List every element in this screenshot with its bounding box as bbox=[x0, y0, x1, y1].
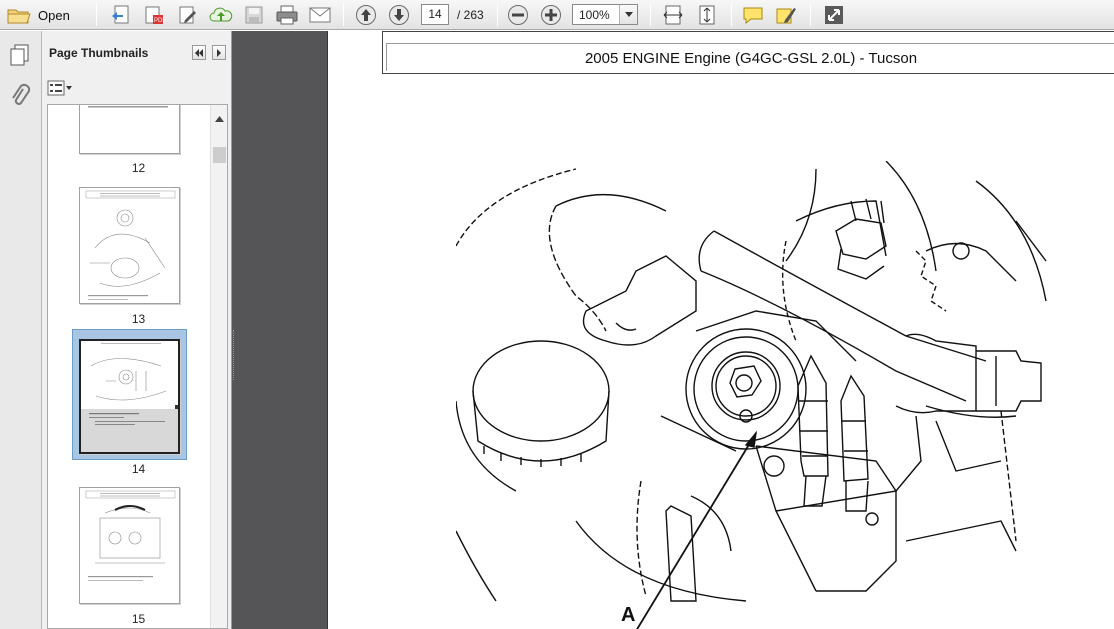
thumbnail-options-button[interactable] bbox=[47, 80, 75, 98]
fit-page-icon bbox=[696, 4, 718, 26]
envelope-icon bbox=[308, 5, 332, 25]
print-button[interactable] bbox=[273, 3, 301, 27]
thumbnail-label: 13 bbox=[131, 312, 146, 326]
thumbnail-page-14[interactable] bbox=[79, 339, 180, 454]
upload-button[interactable] bbox=[207, 3, 235, 27]
double-chevron-left-icon bbox=[194, 46, 204, 60]
fit-width-button[interactable] bbox=[660, 3, 686, 27]
folder-icon bbox=[6, 5, 32, 25]
chevron-down-icon[interactable] bbox=[619, 5, 637, 24]
engine-diagram: A bbox=[456, 161, 1047, 629]
arrow-down-circle-icon bbox=[388, 4, 410, 26]
open-label: Open bbox=[38, 7, 70, 23]
document-page: 2005 ENGINE Engine (G4GC-GSL 2.0L) - Tuc… bbox=[327, 31, 1114, 629]
toolbar-separator bbox=[650, 4, 651, 26]
document-header-box: 2005 ENGINE Engine (G4GC-GSL 2.0L) - Tuc… bbox=[382, 31, 1114, 74]
toolbar-separator bbox=[810, 4, 811, 26]
thumbnails-panel: Page Thumbnails 12 13 14 15 bbox=[42, 31, 232, 629]
options-list-icon bbox=[47, 80, 73, 99]
pane-splitter[interactable] bbox=[233, 330, 236, 380]
printer-icon bbox=[275, 4, 299, 26]
toolbar-separator bbox=[731, 4, 732, 26]
collapse-panel-button[interactable] bbox=[192, 45, 206, 60]
save-icon bbox=[244, 5, 264, 25]
zoom-in-button[interactable] bbox=[538, 3, 564, 27]
fit-page-button[interactable] bbox=[694, 3, 720, 27]
speech-bubble-icon bbox=[742, 5, 764, 25]
thumbnail-page-12[interactable] bbox=[79, 105, 180, 154]
attachments-tab[interactable] bbox=[9, 83, 31, 112]
scroll-up-arrow-icon[interactable] bbox=[215, 111, 224, 125]
previous-page-button[interactable] bbox=[353, 3, 379, 27]
cloud-upload-icon bbox=[209, 4, 233, 26]
chevron-right-icon bbox=[216, 46, 222, 60]
thumbnail-label: 15 bbox=[131, 612, 146, 626]
page-number-input[interactable]: 14 bbox=[421, 4, 449, 25]
toolbar-separator bbox=[497, 4, 498, 26]
zoom-out-button[interactable] bbox=[505, 3, 531, 27]
arrow-up-circle-icon bbox=[355, 4, 377, 26]
thumbnail-scrollbar[interactable] bbox=[210, 105, 227, 628]
thumbnail-list[interactable]: 12 13 14 15 bbox=[47, 104, 228, 629]
thumbnail-label: 12 bbox=[131, 161, 146, 175]
open-button[interactable]: Open bbox=[6, 3, 70, 27]
create-pdf-icon bbox=[110, 4, 132, 26]
thumbnail-label: 14 bbox=[131, 462, 146, 476]
zoom-select[interactable]: 100% bbox=[572, 4, 638, 25]
expand-panel-button[interactable] bbox=[212, 45, 226, 60]
toolbar: Open PDF 14 / 263 100% bbox=[0, 0, 1114, 30]
page-total: / 263 bbox=[457, 8, 484, 22]
zoom-value: 100% bbox=[579, 8, 610, 22]
document-header-inner: 2005 ENGINE Engine (G4GC-GSL 2.0L) - Tuc… bbox=[386, 43, 1114, 71]
navigation-pane-strip bbox=[0, 31, 42, 629]
thumbnail-page-15[interactable] bbox=[79, 487, 180, 604]
panel-title: Page Thumbnails bbox=[49, 46, 149, 60]
comment-button[interactable] bbox=[740, 3, 766, 27]
page-thumbnails-tab[interactable] bbox=[9, 43, 31, 70]
fit-width-icon bbox=[662, 4, 684, 26]
highlighter-icon bbox=[775, 4, 797, 26]
save-button[interactable] bbox=[242, 3, 266, 27]
paperclip-icon bbox=[9, 83, 31, 112]
scrollbar-thumb[interactable] bbox=[213, 147, 226, 163]
svg-text:PDF: PDF bbox=[154, 18, 165, 24]
document-header-title: 2005 ENGINE Engine (G4GC-GSL 2.0L) - Tuc… bbox=[584, 50, 918, 67]
combine-button[interactable]: PDF bbox=[141, 3, 167, 27]
pdf-file-icon: PDF bbox=[143, 4, 165, 26]
callout-label-a: A bbox=[621, 604, 635, 626]
next-page-button[interactable] bbox=[386, 3, 412, 27]
highlight-button[interactable] bbox=[773, 3, 799, 27]
edit-button[interactable] bbox=[175, 3, 201, 27]
minus-circle-icon bbox=[507, 4, 529, 26]
expand-icon bbox=[823, 4, 845, 26]
document-gutter bbox=[232, 31, 327, 629]
pencil-document-icon bbox=[177, 4, 199, 26]
create-pdf-button[interactable] bbox=[108, 3, 134, 27]
plus-circle-icon bbox=[540, 4, 562, 26]
toolbar-separator bbox=[96, 4, 97, 26]
pages-icon bbox=[9, 44, 31, 70]
expand-button[interactable] bbox=[820, 3, 848, 27]
email-button[interactable] bbox=[306, 3, 334, 27]
thumbnail-page-13[interactable] bbox=[79, 187, 180, 304]
toolbar-separator bbox=[343, 4, 344, 26]
